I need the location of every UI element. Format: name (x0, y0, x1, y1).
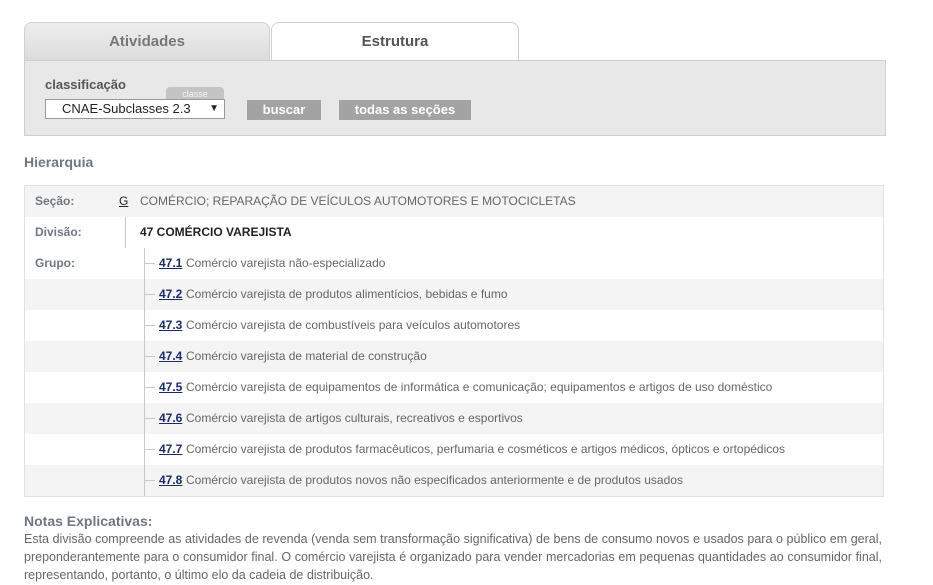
tab-bar: Atividades Estrutura (24, 22, 886, 61)
grupo-code-link[interactable]: 47.1 (159, 248, 182, 279)
todas-secoes-button[interactable]: todas as seções (339, 100, 471, 120)
divisao-text: 47 COMÉRCIO VAREJISTA (140, 225, 292, 239)
tree-branch (145, 387, 155, 388)
secao-label: Seção: (35, 194, 75, 208)
notas-title: Notas Explicativas: (24, 513, 153, 529)
grupo-code-link[interactable]: 47.5 (159, 372, 182, 403)
grupo-code-link[interactable]: 47.8 (159, 465, 182, 496)
grupo-text: Comércio varejista não-especializado (186, 256, 386, 270)
tree-branch (145, 480, 155, 481)
divisao-row: Divisão: 47 COMÉRCIO VAREJISTA (25, 217, 883, 248)
grupo-text: Comércio varejista de produtos novos não… (186, 473, 683, 487)
grupo-code-link[interactable]: 47.6 (159, 403, 182, 434)
grupo-code-link[interactable]: 47.3 (159, 310, 182, 341)
tree-branch (145, 449, 155, 450)
tree-branch (145, 418, 155, 419)
grupo-code-link[interactable]: 47.2 (159, 279, 182, 310)
grupo-row: 47.4 Comércio varejista de material de co… (25, 341, 883, 372)
tree-branch (145, 325, 155, 326)
tree-line (144, 248, 145, 496)
grupo-label: Grupo: (35, 256, 75, 270)
grupo-text: Comércio varejista de combustíveis para … (186, 318, 521, 332)
tab-estrutura[interactable]: Estrutura (271, 22, 519, 61)
grupo-row: 47.7 Comércio varejista de produtos farma… (25, 434, 883, 465)
grupo-row: 47.5 Comércio varejista de equipamentos d… (25, 372, 883, 403)
search-panel: classificação classe CNAE-Subclasses 2.3… (24, 60, 886, 136)
grupo-text: Comércio varejista de material de constr… (186, 349, 427, 363)
chevron-down-icon: ▼ (209, 103, 219, 114)
secao-code-link[interactable]: G (119, 186, 128, 217)
secao-text: COMÉRCIO; REPARAÇÃO DE VEÍCULOS AUTOMOTO… (140, 194, 576, 208)
buscar-button[interactable]: buscar (247, 100, 321, 120)
divisao-label: Divisão: (35, 225, 82, 239)
notas-body: Esta divisão compreende as atividades de… (24, 532, 882, 582)
hierarquia-title: Hierarquia (24, 154, 94, 170)
grupo-code-link[interactable]: 47.4 (159, 341, 182, 372)
tree-line (125, 217, 126, 248)
tree-branch (145, 356, 155, 357)
select-value: CNAE-Subclasses 2.3 (62, 101, 191, 116)
grupo-row: 47.2 Comércio varejista de produtos alime… (25, 279, 883, 310)
classificacao-label: classificação (45, 77, 126, 92)
grupo-row: 47.8 Comércio varejista de produtos novos… (25, 465, 883, 496)
grupo-code-link[interactable]: 47.7 (159, 434, 182, 465)
grupo-text: Comércio varejista de produtos alimentíc… (186, 287, 508, 301)
grupo-text: Comércio varejista de artigos culturais,… (186, 411, 523, 425)
tree-branch (145, 294, 155, 295)
grupo-text: Comércio varejista de equipamentos de in… (186, 380, 773, 394)
tab-atividades[interactable]: Atividades (24, 22, 270, 60)
grupo-row: 47.3 Comércio varejista de combustíveis p… (25, 310, 883, 341)
grupo-row: 47.1 Comércio varejista não-especializado (25, 248, 883, 279)
hierarchy-tree: Seção: G COMÉRCIO; REPARAÇÃO DE VEÍCULOS… (24, 185, 884, 497)
tree-branch (145, 263, 155, 264)
grupo-text: Comércio varejista de produtos farmacêut… (186, 442, 785, 456)
classificacao-select[interactable]: CNAE-Subclasses 2.3 ▼ (45, 99, 225, 119)
secao-row: Seção: G COMÉRCIO; REPARAÇÃO DE VEÍCULOS… (25, 186, 883, 217)
grupo-row: 47.6 Comércio varejista de artigos cultur… (25, 403, 883, 434)
